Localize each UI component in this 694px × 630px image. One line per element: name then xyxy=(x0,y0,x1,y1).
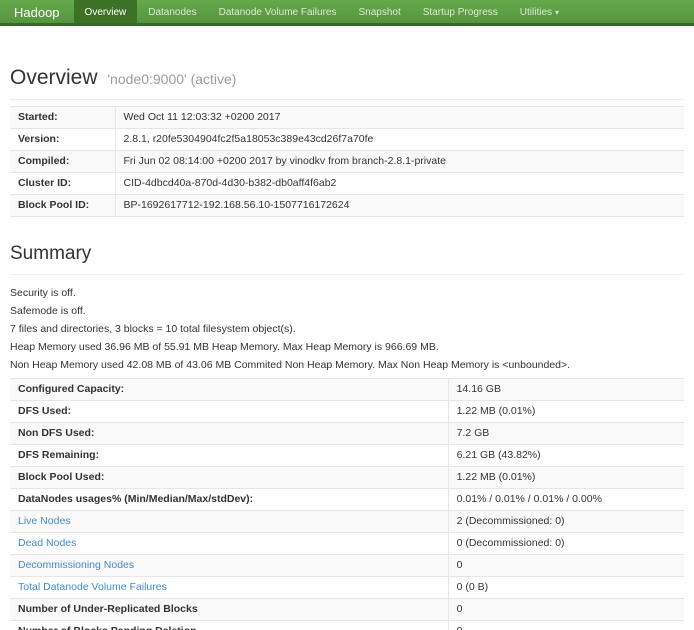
row-value: 2.8.1, r20fe5304904fc2f5a18053c389e43cd2… xyxy=(115,129,684,151)
nav-tab-datanode-volume-failures[interactable]: Datanode Volume Failures xyxy=(208,0,348,23)
row-label: Number of Blocks Pending Deletion xyxy=(10,621,448,630)
row-value: 6.21 GB (43.82%) xyxy=(448,445,684,467)
table-row: Non DFS Used: 7.2 GB xyxy=(10,423,684,445)
nav-tab-utilities[interactable]: Utilities▾ xyxy=(509,0,570,23)
row-label: DFS Used: xyxy=(10,401,448,423)
table-row: DataNodes usages% (Min/Median/Max/stdDev… xyxy=(10,489,684,511)
row-label: Total Datanode Volume Failures xyxy=(10,577,448,599)
row-label: Dead Nodes xyxy=(10,533,448,555)
row-value: 0 (0 B) xyxy=(448,577,684,599)
table-row: Cluster ID: CID-4dbcd40a-870d-4d30-b382-… xyxy=(10,173,684,195)
row-label: Decommissioning Nodes xyxy=(10,555,448,577)
row-value: 1.22 MB (0.01%) xyxy=(448,467,684,489)
filesystem-objects-text: 7 files and directories, 3 blocks = 10 t… xyxy=(10,324,684,335)
row-label: Compiled: xyxy=(10,151,115,173)
non-heap-memory-text: Non Heap Memory used 42.08 MB of 43.06 M… xyxy=(10,360,684,371)
navbar: Hadoop Overview Datanodes Datanode Volum… xyxy=(0,0,694,26)
row-label: Non DFS Used: xyxy=(10,423,448,445)
dead-nodes-link[interactable]: Dead Nodes xyxy=(18,537,76,549)
page-title: Overview 'node0:9000' (active) xyxy=(10,66,684,90)
table-row: Version: 2.8.1, r20fe5304904fc2f5a18053c… xyxy=(10,129,684,151)
row-label: Version: xyxy=(10,129,115,151)
row-label: Configured Capacity: xyxy=(10,379,448,401)
row-label: DFS Remaining: xyxy=(10,445,448,467)
caret-down-icon: ▾ xyxy=(555,8,559,17)
page-subtitle: 'node0:9000' (active) xyxy=(107,71,236,87)
table-row: Started: Wed Oct 11 12:03:32 +0200 2017 xyxy=(10,107,684,129)
overview-table-wrap: Started: Wed Oct 11 12:03:32 +0200 2017 … xyxy=(10,106,684,217)
row-label: Block Pool ID: xyxy=(10,195,115,217)
table-row: Block Pool ID: BP-1692617712-192.168.56.… xyxy=(10,195,684,217)
table-row: Number of Under-Replicated Blocks 0 xyxy=(10,599,684,621)
nav-tab-utilities-label: Utilities xyxy=(520,7,552,18)
table-row: Total Datanode Volume Failures 0 (0 B) xyxy=(10,577,684,599)
nav-tab-startup-progress[interactable]: Startup Progress xyxy=(412,0,509,23)
row-value: 0 xyxy=(448,555,684,577)
navbar-brand[interactable]: Hadoop xyxy=(0,0,74,23)
row-label: Live Nodes xyxy=(10,511,448,533)
page-title-text: Overview xyxy=(10,66,98,89)
row-value: BP-1692617712-192.168.56.10-150771617262… xyxy=(115,195,684,217)
row-label: DataNodes usages% (Min/Median/Max/stdDev… xyxy=(10,489,448,511)
nav-tab-overview[interactable]: Overview xyxy=(74,0,138,23)
row-value: 1.22 MB (0.01%) xyxy=(448,401,684,423)
security-status-text: Security is off. xyxy=(10,288,684,299)
nav-tab-snapshot[interactable]: Snapshot xyxy=(347,0,411,23)
summary-table-wrap: Configured Capacity: 14.16 GB DFS Used: … xyxy=(10,378,684,630)
row-value: 0 (Decommissioned: 0) xyxy=(448,533,684,555)
row-value: 0 xyxy=(448,621,684,630)
row-value: 14.16 GB xyxy=(448,379,684,401)
table-row: DFS Used: 1.22 MB (0.01%) xyxy=(10,401,684,423)
table-row: Number of Blocks Pending Deletion 0 xyxy=(10,621,684,630)
table-row: Decommissioning Nodes 0 xyxy=(10,555,684,577)
table-row: Dead Nodes 0 (Decommissioned: 0) xyxy=(10,533,684,555)
live-nodes-link[interactable]: Live Nodes xyxy=(18,515,71,527)
row-value: 7.2 GB xyxy=(448,423,684,445)
table-row: Compiled: Fri Jun 02 08:14:00 +0200 2017… xyxy=(10,151,684,173)
safemode-status-text: Safemode is off. xyxy=(10,306,684,317)
overview-info-table: Started: Wed Oct 11 12:03:32 +0200 2017 … xyxy=(10,106,684,217)
row-label: Started: xyxy=(10,107,115,129)
summary-table: Configured Capacity: 14.16 GB DFS Used: … xyxy=(10,378,684,630)
table-row: Configured Capacity: 14.16 GB xyxy=(10,379,684,401)
divider xyxy=(10,274,684,275)
row-label: Cluster ID: xyxy=(10,173,115,195)
table-row: DFS Remaining: 6.21 GB (43.82%) xyxy=(10,445,684,467)
page-content: Overview 'node0:9000' (active) Started: … xyxy=(0,66,694,630)
table-row: Live Nodes 2 (Decommissioned: 0) xyxy=(10,511,684,533)
row-value: 0.01% / 0.01% / 0.01% / 0.00% xyxy=(448,489,684,511)
row-label: Block Pool Used: xyxy=(10,467,448,489)
heap-memory-text: Heap Memory used 36.96 MB of 55.91 MB He… xyxy=(10,342,684,353)
summary-paragraphs: Security is off. Safemode is off. 7 file… xyxy=(10,288,684,371)
row-value: CID-4dbcd40a-870d-4d30-b382-db0aff4f6ab2 xyxy=(115,173,684,195)
summary-title: Summary xyxy=(10,243,684,265)
row-label: Number of Under-Replicated Blocks xyxy=(10,599,448,621)
navbar-tabs: Overview Datanodes Datanode Volume Failu… xyxy=(74,0,570,23)
total-datanode-volume-failures-link[interactable]: Total Datanode Volume Failures xyxy=(18,581,167,593)
divider xyxy=(10,99,684,100)
row-value: 2 (Decommissioned: 0) xyxy=(448,511,684,533)
decommissioning-nodes-link[interactable]: Decommissioning Nodes xyxy=(18,559,134,571)
row-value: 0 xyxy=(448,599,684,621)
row-value: Wed Oct 11 12:03:32 +0200 2017 xyxy=(115,107,684,129)
row-value: Fri Jun 02 08:14:00 +0200 2017 by vinodk… xyxy=(115,151,684,173)
table-row: Block Pool Used: 1.22 MB (0.01%) xyxy=(10,467,684,489)
nav-tab-datanodes[interactable]: Datanodes xyxy=(137,0,207,23)
